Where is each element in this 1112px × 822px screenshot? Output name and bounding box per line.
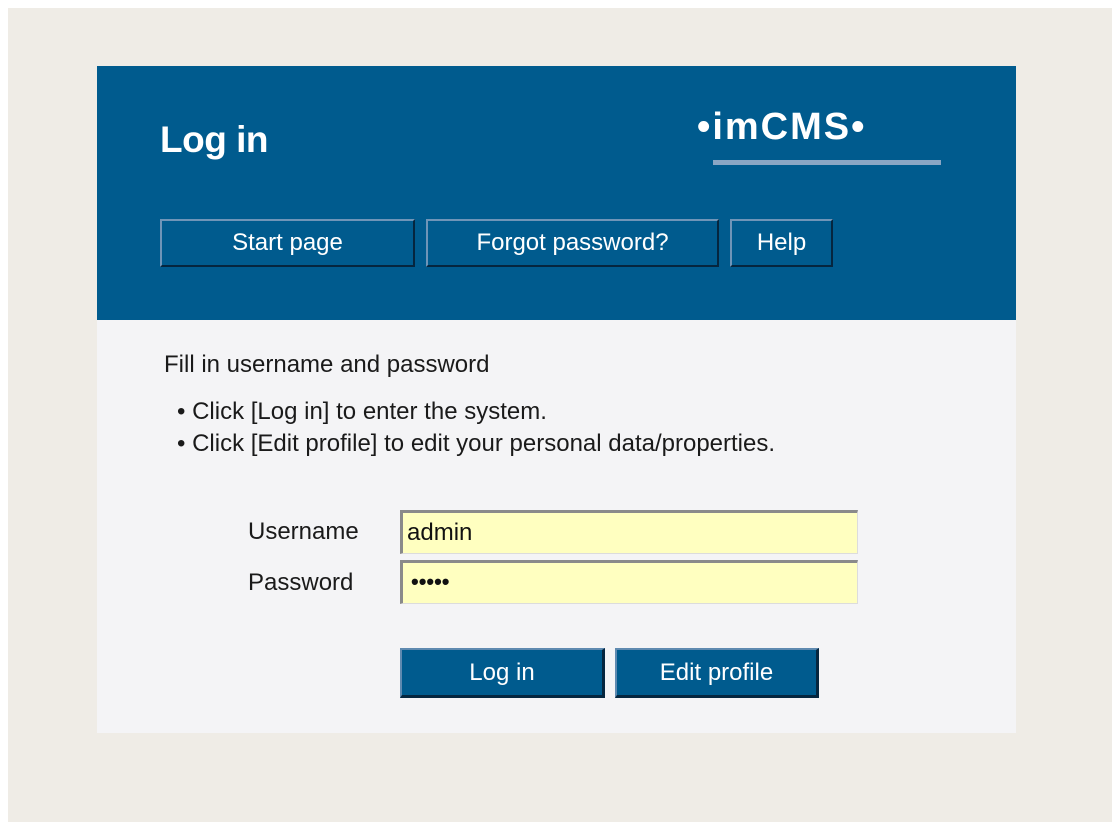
imcms-logo: •imCMS•	[697, 106, 957, 168]
page-title: Log in	[160, 119, 268, 160]
logo-text-wrapper: •imCMS•	[697, 106, 866, 149]
edit-profile-button[interactable]: Edit profile	[615, 648, 819, 698]
logo-text: imCMS	[712, 106, 852, 148]
login-instructions: Fill in username and password	[164, 351, 490, 378]
logo-dot-right: •	[851, 106, 867, 148]
password-label: Password	[248, 569, 354, 596]
forgot-password-button[interactable]: Forgot password?	[426, 219, 719, 267]
instruction-item: • Click [Log in] to enter the system.	[177, 398, 547, 425]
log-in-button[interactable]: Log in	[400, 648, 605, 698]
instruction-item: • Click [Edit profile] to edit your pers…	[177, 430, 776, 457]
login-panel: Log in •imCMS• Start page Forgot passwor…	[97, 66, 1016, 733]
login-header: Log in •imCMS• Start page Forgot passwor…	[97, 66, 1016, 320]
instruction-list: • Click [Log in] to enter the system. • …	[177, 396, 775, 460]
logo-underline	[713, 160, 941, 165]
username-label: Username	[248, 518, 359, 545]
username-input[interactable]	[400, 510, 858, 554]
help-button[interactable]: Help	[730, 219, 833, 267]
password-input[interactable]: •••••	[400, 560, 858, 604]
start-page-button[interactable]: Start page	[160, 219, 415, 267]
logo-dot-left: •	[697, 106, 713, 148]
password-mask: •••••	[411, 569, 450, 594]
